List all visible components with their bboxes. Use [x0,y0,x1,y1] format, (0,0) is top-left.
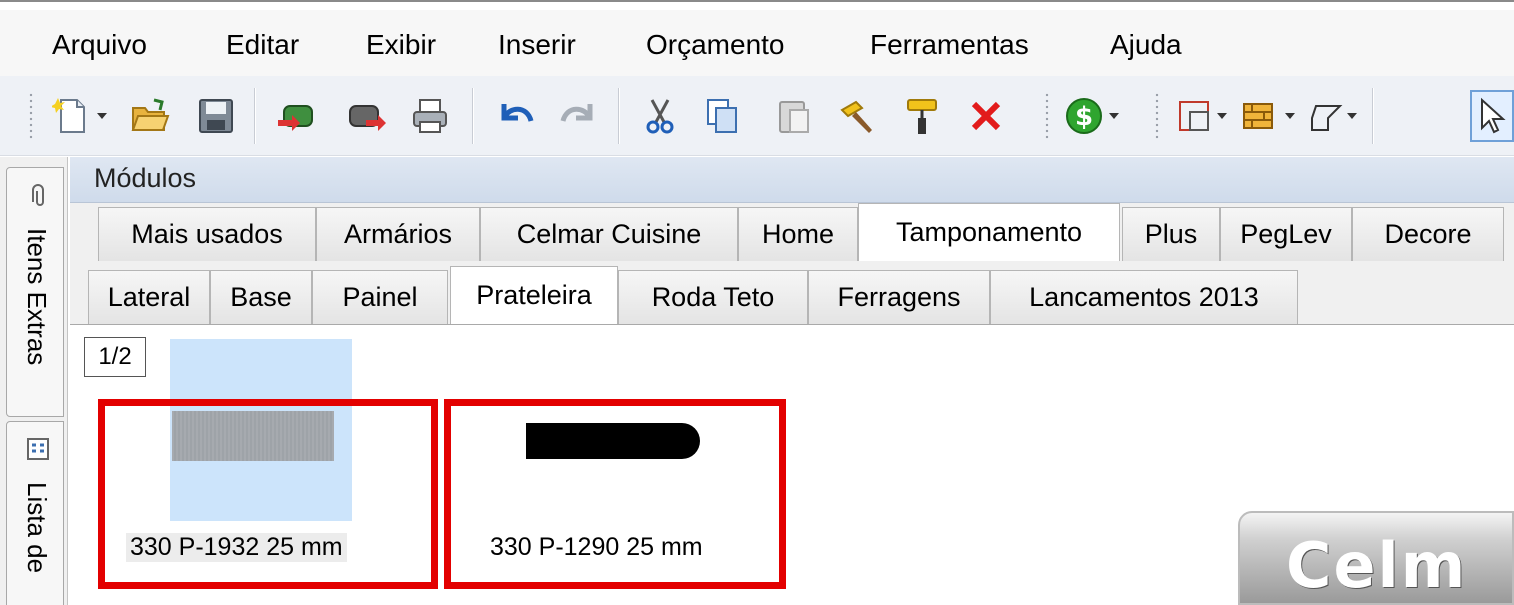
list-icon [27,438,49,460]
tab-home[interactable]: Home [738,207,858,261]
budget-dollar-icon[interactable]: $ [1062,90,1106,142]
tab-roda-teto[interactable]: Roda Teto [618,270,808,324]
shape-dropdown-icon[interactable] [1344,106,1360,126]
new-dropdown-icon[interactable] [94,106,110,126]
tab-ferragens[interactable]: Ferragens [808,270,990,324]
module-item-330-p-1290[interactable]: 330 P-1290 25 mm [444,325,804,605]
budget-dropdown-icon[interactable] [1106,106,1122,126]
toolbar-separator [618,88,620,144]
layout-icon[interactable] [1172,90,1216,142]
tab-celmar-cuisine[interactable]: Celmar Cuisine [480,207,738,261]
menu-editar[interactable]: Editar [226,28,299,62]
side-tab-label: Itens Extras [22,228,52,366]
menu-ajuda[interactable]: Ajuda [1110,28,1182,62]
toolbar-grip[interactable] [28,92,34,140]
toolbar-separator [1372,88,1374,144]
side-panel-tabs: Itens Extras Lista de [0,157,68,605]
import-icon[interactable] [274,90,318,142]
tab-decore[interactable]: Decore [1352,207,1504,261]
pointer-icon[interactable] [1470,90,1514,142]
tab-tamponamento[interactable]: Tamponamento [858,203,1120,261]
menu-bar: Arquivo Editar Exibir Inserir Orçamento … [0,10,1514,76]
toolbar: $ [0,76,1514,156]
paste-icon[interactable] [772,90,816,142]
side-tab-itens-extras[interactable]: Itens Extras [6,167,64,417]
logo-text: Celm [1286,529,1468,602]
svg-text:$: $ [1075,102,1093,132]
tab-base[interactable]: Base [210,270,312,324]
wall-dropdown-icon[interactable] [1282,106,1298,126]
tab-plus[interactable]: Plus [1122,207,1220,261]
copy-icon[interactable] [700,90,744,142]
tab-peglev[interactable]: PegLev [1220,207,1352,261]
toolbar-grip[interactable] [1154,92,1160,140]
tab-armarios[interactable]: Armários [316,207,480,261]
red-highlight-frame [444,399,786,589]
redo-icon[interactable] [556,90,600,142]
menu-orcamento[interactable]: Orçamento [646,28,785,62]
subcategory-tab-strip: Lateral Base Painel Prateleira Roda Teto… [70,261,1514,325]
toolbar-separator [254,88,256,144]
tab-lateral[interactable]: Lateral [88,270,210,324]
print-icon[interactable] [408,90,452,142]
window-top-edge [0,0,1514,10]
tab-prateleira[interactable]: Prateleira [450,266,618,324]
cut-icon[interactable] [638,90,682,142]
side-tab-lista-de[interactable]: Lista de [6,421,64,605]
menu-inserir[interactable]: Inserir [498,28,576,62]
save-icon[interactable] [194,90,238,142]
delete-icon[interactable] [964,90,1008,142]
open-folder-icon[interactable] [128,90,172,142]
layout-dropdown-icon[interactable] [1214,106,1230,126]
hammer-icon[interactable] [836,90,880,142]
tab-painel[interactable]: Painel [312,270,448,324]
module-item-330-p-1932[interactable]: 330 P-1932 25 mm [70,325,450,605]
menu-arquivo[interactable]: Arquivo [52,28,147,62]
side-tab-label: Lista de [22,482,52,574]
undo-icon[interactable] [494,90,538,142]
modules-panel-header: Módulos [70,157,1514,203]
export-icon[interactable] [344,90,388,142]
menu-ferramentas[interactable]: Ferramentas [870,28,1029,62]
celmar-logo: Celm [1238,511,1514,605]
paint-roller-icon[interactable] [900,90,944,142]
tab-mais-usados[interactable]: Mais usados [98,207,316,261]
new-document-icon[interactable] [50,90,94,142]
modules-title: Módulos [94,163,197,193]
toolbar-separator [472,88,474,144]
tab-lancamentos-2013[interactable]: Lancamentos 2013 [990,270,1298,324]
wall-icon[interactable] [1236,90,1280,142]
shape-icon[interactable] [1304,90,1348,142]
menu-exibir[interactable]: Exibir [366,28,436,62]
red-highlight-frame [98,399,438,589]
category-tab-strip: Mais usados Armários Celmar Cuisine Home… [70,203,1514,261]
paperclip-icon [32,184,44,206]
toolbar-grip[interactable] [1044,92,1050,140]
